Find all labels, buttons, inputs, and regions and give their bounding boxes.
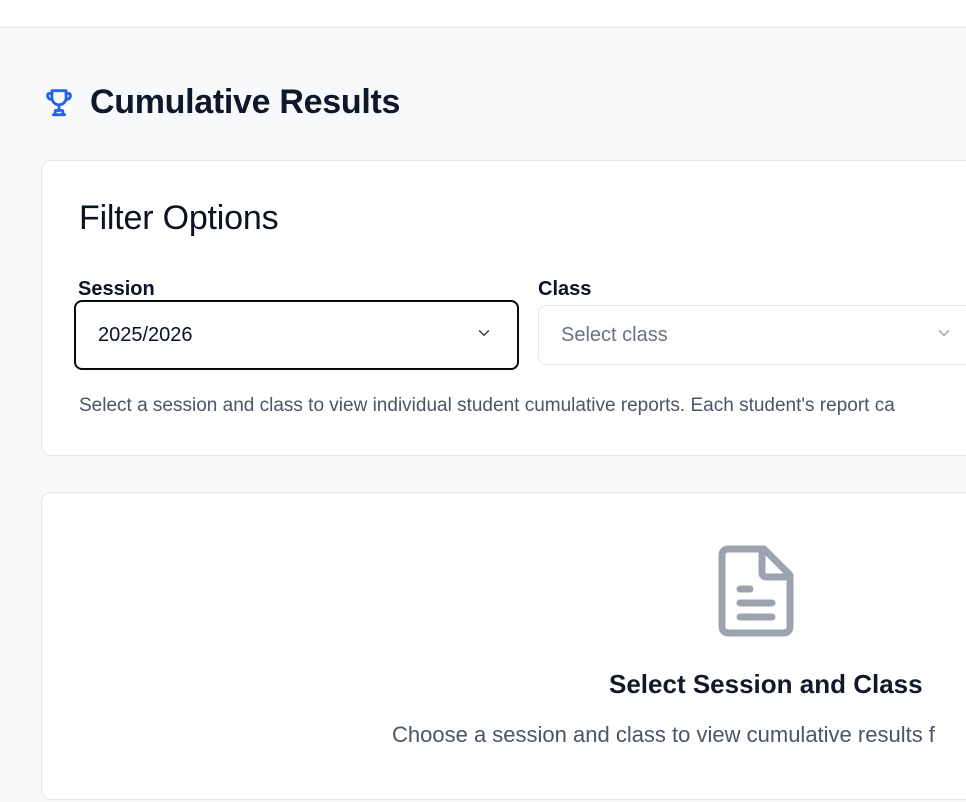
chevron-down-icon bbox=[935, 324, 953, 347]
page-header: Cumulative Results bbox=[42, 82, 400, 122]
session-select-value: 2025/2026 bbox=[98, 323, 193, 346]
class-label: Class bbox=[538, 278, 592, 300]
trophy-icon bbox=[42, 85, 76, 119]
empty-state-card: Select Session and Class Choose a sessio… bbox=[41, 492, 966, 800]
filter-helper-text: Select a session and class to view indiv… bbox=[79, 395, 895, 416]
chevron-down-icon bbox=[475, 324, 493, 347]
session-label: Session bbox=[78, 278, 155, 300]
top-bar bbox=[0, 0, 966, 28]
session-select[interactable]: 2025/2026 bbox=[74, 300, 519, 370]
filter-title: Filter Options bbox=[79, 199, 279, 237]
class-select[interactable]: Select class bbox=[538, 305, 966, 365]
page-title: Cumulative Results bbox=[90, 82, 401, 121]
filter-card: Filter Options Session 2025/2026 Class S… bbox=[41, 160, 966, 456]
empty-state-title: Select Session and Class bbox=[609, 669, 923, 699]
class-select-placeholder: Select class bbox=[561, 323, 668, 346]
document-icon bbox=[718, 545, 794, 642]
empty-state-text: Choose a session and class to view cumul… bbox=[392, 722, 935, 747]
